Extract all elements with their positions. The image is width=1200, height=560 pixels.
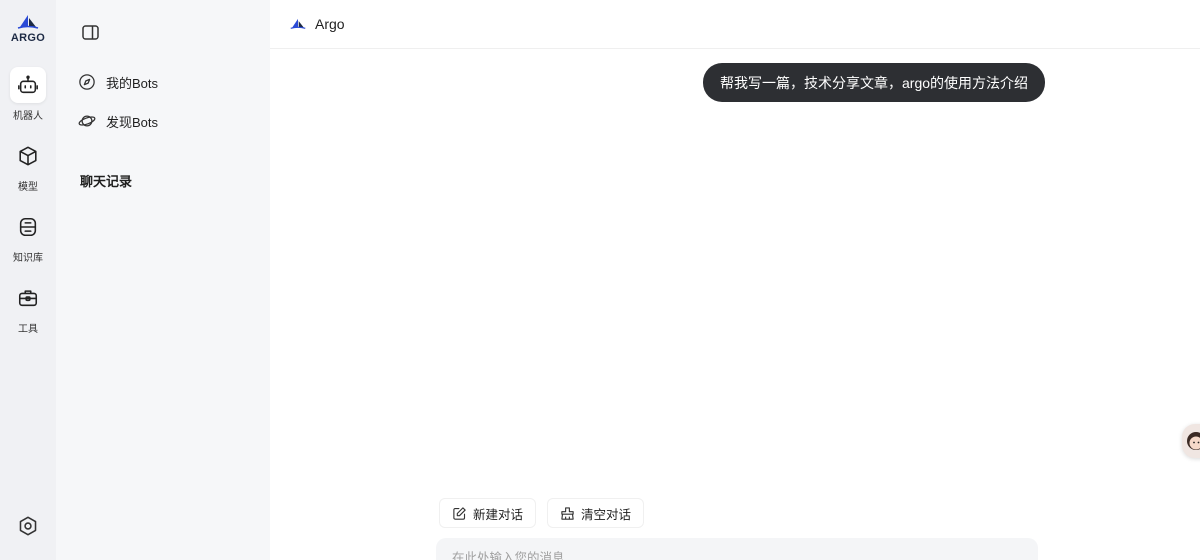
edit-icon	[453, 506, 466, 520]
broom-icon	[561, 506, 574, 520]
sidebar-item-discover-bots[interactable]: 发现Bots	[78, 109, 158, 133]
main-panel: Argo 帮我写一篇，技术分享文章，argo的使用方法介绍 新建对话 清空对话 …	[270, 0, 1200, 560]
user-message-bubble: 帮我写一篇，技术分享文章，argo的使用方法介绍	[703, 63, 1046, 102]
sidebar-item-my-bots[interactable]: 我的Bots	[78, 70, 158, 94]
argo-logo-icon	[17, 15, 39, 29]
settings-button[interactable]	[10, 508, 46, 544]
rail-label: 工具	[18, 324, 38, 335]
rail-label: 模型	[18, 182, 38, 193]
icon-rail: ARGO 机器人 模型 知识库 工具	[0, 0, 56, 560]
avatar-icon	[1187, 432, 1200, 450]
planet-icon	[78, 115, 96, 127]
sidebar-item-label: 发现Bots	[106, 114, 159, 130]
app-window: ARGO 机器人 模型 知识库 工具 我的Bots 发现Bots 聊天记录 Ar…	[0, 0, 1200, 560]
header: Argo	[270, 0, 1200, 49]
rail-item-knowledge[interactable]: 知识库	[0, 209, 56, 264]
bot-avatar-icon	[290, 18, 306, 29]
rail-item-models[interactable]: 模型	[0, 138, 56, 193]
clear-chat-button[interactable]: 清空对话	[547, 498, 645, 528]
argo-logo: ARGO	[8, 14, 48, 50]
logo-text: ARGO	[10, 32, 46, 44]
new-chat-button[interactable]: 新建对话	[439, 498, 537, 528]
message-composer	[436, 538, 1038, 560]
sidebar-toggle-button[interactable]	[80, 22, 100, 42]
robot-icon	[10, 67, 46, 103]
floating-assistant-avatar[interactable]	[1182, 424, 1200, 458]
page-title: Argo	[315, 16, 345, 32]
sidebar-toggle-icon	[81, 24, 99, 40]
new-chat-label: 新建对话	[473, 507, 524, 522]
settings-hexagon-icon	[19, 516, 37, 536]
rail-label: 知识库	[13, 253, 43, 264]
message-input[interactable]	[436, 538, 1038, 560]
compass-icon	[79, 74, 95, 90]
rail-item-bots[interactable]: 机器人	[0, 67, 56, 122]
rail-label: 机器人	[13, 111, 43, 122]
rail-item-tools[interactable]: 工具	[0, 280, 56, 335]
sidebar-item-label: 我的Bots	[106, 75, 159, 91]
chat-history-heading: 聊天记录	[80, 174, 133, 189]
clear-chat-label: 清空对话	[581, 507, 632, 522]
database-icon	[10, 209, 46, 245]
secondary-sidebar: 我的Bots 发现Bots 聊天记录	[56, 0, 270, 560]
cube-icon	[10, 138, 46, 174]
toolbox-icon	[10, 280, 46, 316]
